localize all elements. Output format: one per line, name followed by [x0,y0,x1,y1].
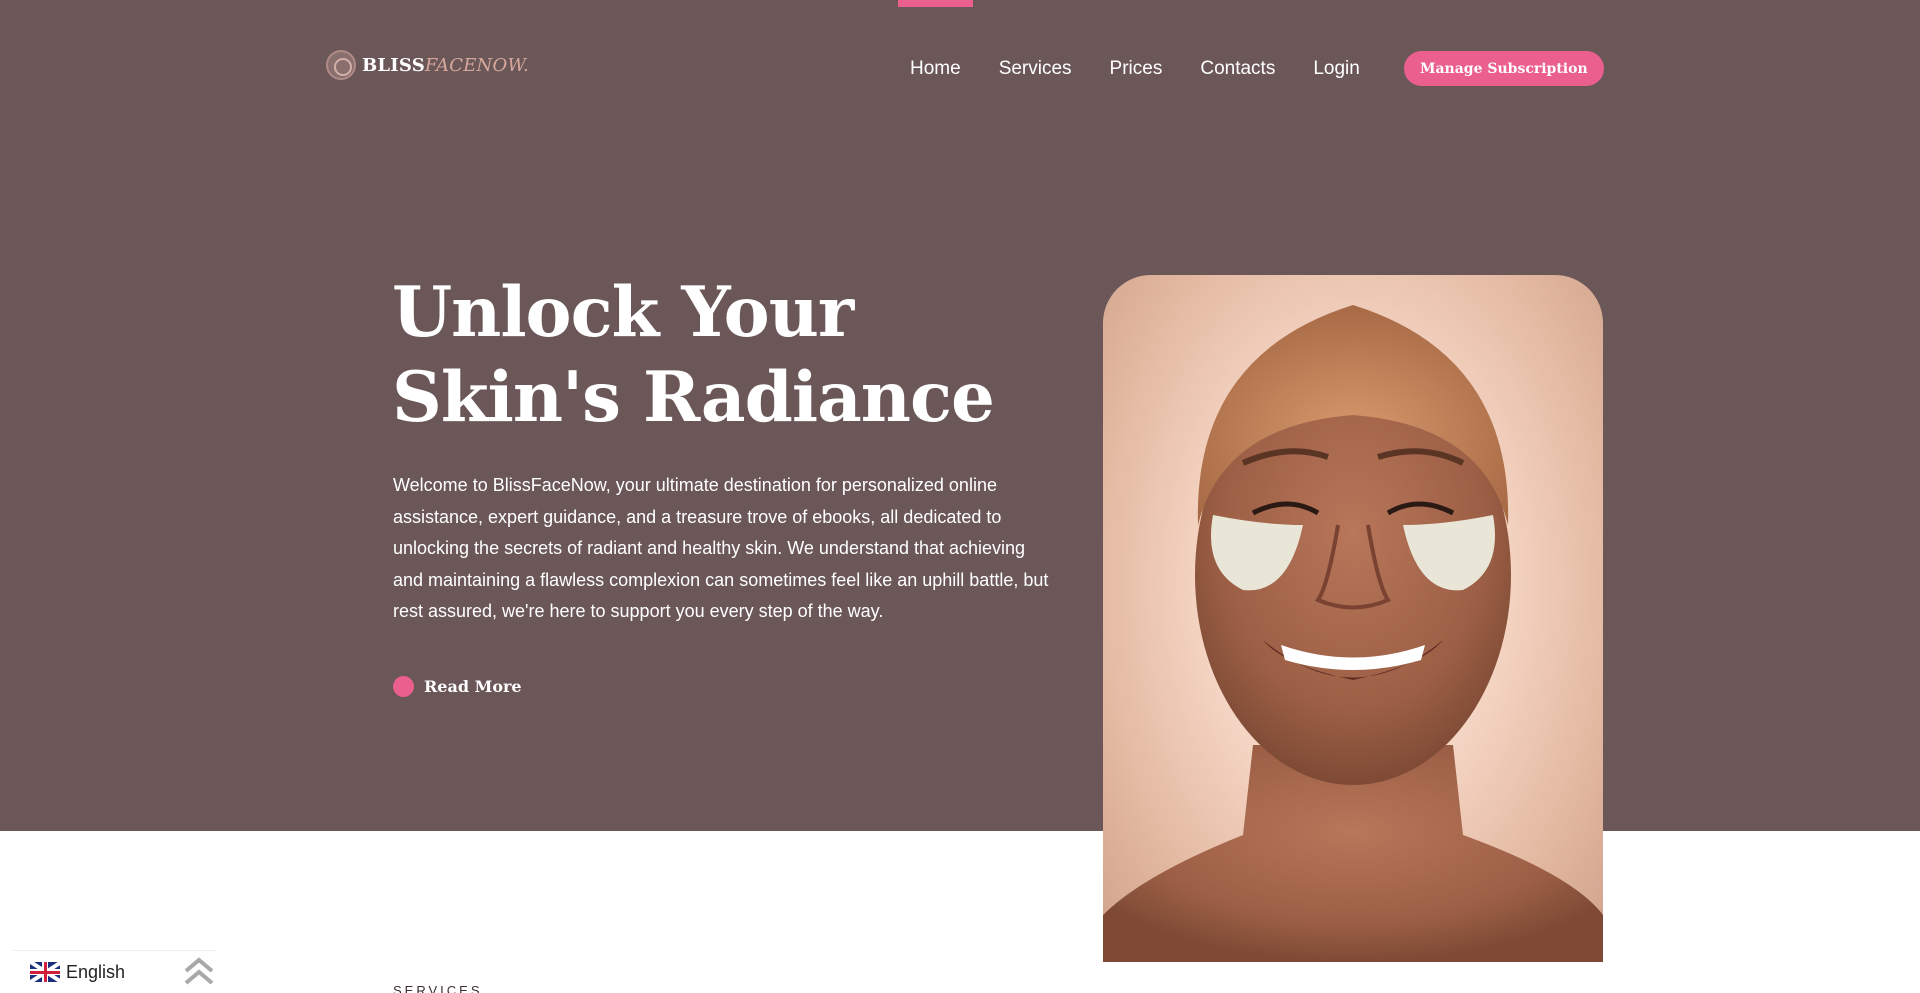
hero-section: BLISSFACENOW. Home Services Prices Conta… [0,0,1920,831]
top-accent-bar [898,0,973,7]
language-selector[interactable]: English [12,950,217,993]
main-nav: Home Services Prices Contacts Login Mana… [910,51,1604,86]
logo-text: BLISSFACENOW. [362,55,529,76]
scroll-to-top-icon[interactable] [182,957,216,987]
brand-logo[interactable]: BLISSFACENOW. [326,50,529,80]
read-more-dot-icon [393,676,414,697]
manage-subscription-button[interactable]: Manage Subscription [1403,51,1604,86]
read-more-link[interactable]: Read More [393,676,522,697]
services-section-label: SERVICES [393,983,483,993]
hero-portrait-image [1103,275,1603,962]
nav-services[interactable]: Services [999,58,1072,80]
read-more-label: Read More [424,677,522,696]
hero-title: Unlock Your Skin's Radiance [392,272,995,438]
language-label: English [66,961,126,982]
logo-text-main: BLISS [362,54,425,76]
nav-login[interactable]: Login [1313,58,1360,80]
nav-home[interactable]: Home [910,58,961,80]
nav-contacts[interactable]: Contacts [1200,58,1275,80]
nav-prices[interactable]: Prices [1110,58,1163,80]
logo-text-accent: FACENOW. [424,54,529,76]
logo-emblem-icon [326,50,356,80]
uk-flag-icon [30,962,60,982]
hero-description: Welcome to BlissFaceNow, your ultimate d… [393,475,1049,621]
portrait-illustration [1103,305,1603,962]
